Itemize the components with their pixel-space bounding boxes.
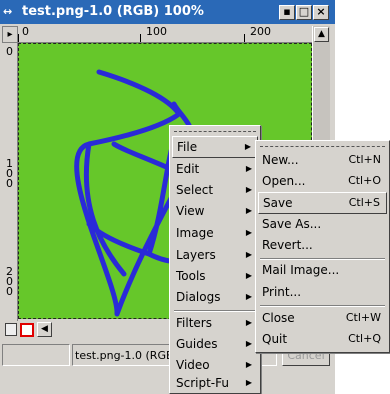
menu-item-edit[interactable]: Edit ▶ xyxy=(172,158,258,180)
menu-item-file[interactable]: File ▶ xyxy=(172,136,258,158)
ruler-label: 0 xyxy=(6,285,13,298)
menu-item-save[interactable]: Save Ctl+S xyxy=(258,192,387,214)
submenu-arrow-icon: ▶ xyxy=(245,271,252,280)
scroll-left-arrow-icon[interactable]: ◀ xyxy=(37,322,52,337)
horizontal-ruler[interactable]: 0 100 200 xyxy=(18,25,312,43)
menu-item-new[interactable]: New... Ctl+N xyxy=(258,149,387,171)
menu-item-close[interactable]: Close Ctl+W xyxy=(258,307,387,329)
menu-item-dialogs[interactable]: Dialogs ▶ xyxy=(172,286,258,308)
title-bar[interactable]: ↔ test.png-1.0 (RGB) 100% ▪ □ × xyxy=(0,0,335,24)
scroll-up-arrow-icon[interactable]: ▲ xyxy=(314,27,329,42)
menu-item-open[interactable]: Open... Ctl+O xyxy=(258,170,387,192)
window-menu-icon[interactable]: ↔ xyxy=(3,5,17,19)
close-button[interactable]: × xyxy=(313,5,329,20)
tearoff-line[interactable] xyxy=(174,131,256,132)
menu-item-image[interactable]: Image ▶ xyxy=(172,222,258,244)
submenu-arrow-icon: ▶ xyxy=(245,206,252,215)
submenu-arrow-icon: ▶ xyxy=(245,164,252,173)
submenu-arrow-icon: ▶ xyxy=(245,250,252,259)
submenu-arrow-icon: ▶ xyxy=(245,339,252,348)
menu-item-view[interactable]: View ▶ xyxy=(172,200,258,222)
menu-item-guides[interactable]: Guides ▶ xyxy=(172,333,258,355)
menu-item-mail-image[interactable]: Mail Image... xyxy=(258,259,387,281)
tearoff-line[interactable] xyxy=(260,146,385,147)
submenu-arrow-icon: ▶ xyxy=(244,142,251,151)
minimize-button[interactable]: ▪ xyxy=(279,5,295,20)
menu-item-save-as[interactable]: Save As... xyxy=(258,213,387,235)
submenu-arrow-icon: ▶ xyxy=(245,318,252,327)
ruler-label: 100 xyxy=(146,25,167,38)
maximize-button[interactable]: □ xyxy=(296,5,312,20)
menu-item-print[interactable]: Print... xyxy=(258,281,387,303)
submenu-arrow-icon: ▶ xyxy=(245,185,252,194)
ruler-label: 200 xyxy=(250,25,271,38)
menu-item-select[interactable]: Select ▶ xyxy=(172,179,258,201)
menu-item-revert[interactable]: Revert... xyxy=(258,234,387,256)
menu-item-filters[interactable]: Filters ▶ xyxy=(172,312,258,334)
menu-item-quit[interactable]: Quit Ctl+Q xyxy=(258,328,387,350)
vertical-ruler[interactable]: 0 1 0 0 2 0 0 xyxy=(2,43,18,323)
file-submenu: New... Ctl+N Open... Ctl+O Save Ctl+S Save … xyxy=(255,140,390,353)
submenu-arrow-icon: ▶ xyxy=(245,228,252,237)
submenu-arrow-icon: ▶ xyxy=(245,378,252,387)
navigation-icon[interactable] xyxy=(5,323,17,336)
ruler-label: 0 xyxy=(6,45,13,58)
menu-item-script-fu[interactable]: Script-Fu ▶ xyxy=(172,372,258,394)
pointer-coords-field xyxy=(2,344,70,366)
ruler-label: 0 xyxy=(22,25,29,38)
menu-item-layers[interactable]: Layers ▶ xyxy=(172,244,258,266)
menu-item-tools[interactable]: Tools ▶ xyxy=(172,265,258,287)
quick-mask-icon[interactable] xyxy=(20,323,34,337)
image-menu: File ▶ Edit ▶ Select ▶ View ▶ Image ▶ Layers ▶… xyxy=(169,125,261,394)
menu-arrow-button[interactable]: ▸ xyxy=(2,26,18,43)
submenu-arrow-icon: ▶ xyxy=(245,292,252,301)
ruler-label: 0 xyxy=(6,177,13,190)
window-title: test.png-1.0 (RGB) 100% xyxy=(22,4,204,19)
